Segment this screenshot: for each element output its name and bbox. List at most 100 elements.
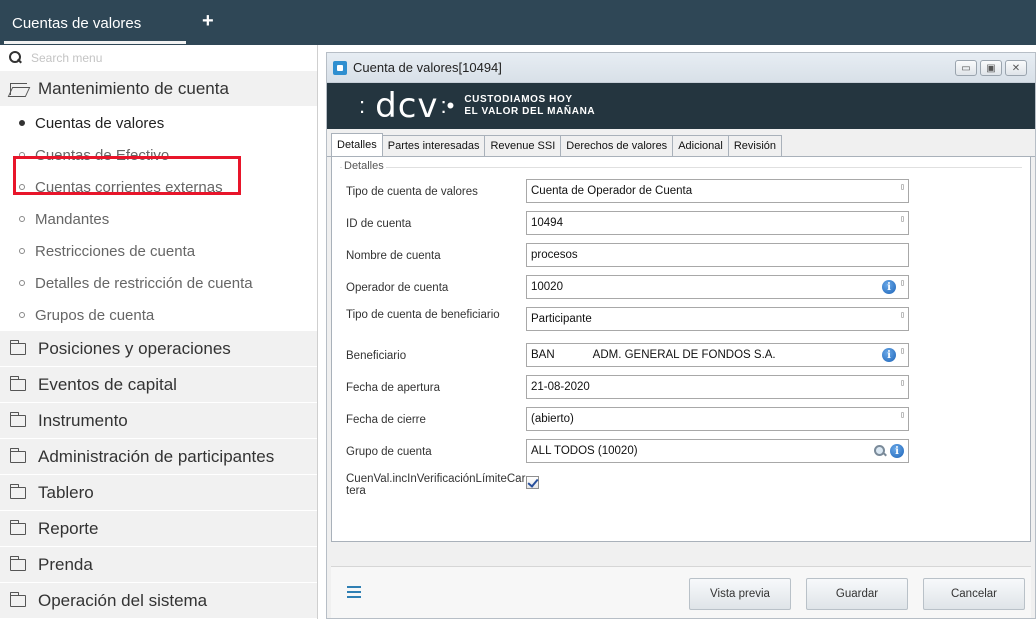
window-titlebar[interactable]: Cuenta de valores[10494] ▭ ▣ ✕ bbox=[327, 53, 1035, 83]
search-icon bbox=[9, 51, 23, 65]
sidebar-item-cuentas-de-valores[interactable]: Cuentas de valores bbox=[0, 107, 317, 139]
bullet-icon bbox=[19, 280, 25, 286]
hamburger-menu-icon[interactable] bbox=[347, 586, 361, 598]
tagline: CUSTODIAMOS HOY EL VALOR DEL MAÑANA bbox=[464, 94, 595, 118]
readonly-icon bbox=[901, 348, 904, 354]
field-fecha-cierre: Fecha de cierre (abierto) bbox=[346, 407, 909, 431]
field-value: Participante bbox=[531, 313, 592, 325]
sidebar-section-instrumento[interactable]: Instrumento bbox=[0, 403, 317, 439]
restore-icon[interactable]: ▣ bbox=[980, 60, 1002, 76]
field-verificacion: CuenVal.incInVerificaciónLímiteCartera bbox=[346, 471, 539, 497]
field-tipo-cuenta: Tipo de cuenta de valores Cuenta de Oper… bbox=[346, 179, 909, 203]
field-fecha-apertura: Fecha de apertura 21-08-2020 bbox=[346, 375, 909, 399]
top-tab-bar: Cuentas de valores + bbox=[0, 0, 1036, 45]
sidebar-item-mandantes[interactable]: Mandantes bbox=[0, 203, 317, 235]
tab-adicional[interactable]: Adicional bbox=[672, 135, 729, 156]
sidebar-menu: Mantenimiento de cuenta Cuentas de valor… bbox=[0, 45, 318, 619]
field-value: 10494 bbox=[531, 217, 563, 229]
sidebar-section-posiciones[interactable]: Posiciones y operaciones bbox=[0, 331, 317, 367]
section-label: Reporte bbox=[38, 518, 99, 538]
logo-text: dcv bbox=[375, 86, 439, 126]
info-icon[interactable]: i bbox=[890, 444, 904, 458]
preview-button[interactable]: Vista previa bbox=[689, 578, 791, 610]
sidebar-section-mantenimiento-de-cuenta[interactable]: Mantenimiento de cuenta bbox=[0, 71, 317, 107]
field-label: Tipo de cuenta de valores bbox=[346, 186, 478, 198]
section-label: Posiciones y operaciones bbox=[38, 338, 231, 358]
sidebar-item-restricciones-de-cuenta[interactable]: Restricciones de cuenta bbox=[0, 235, 317, 267]
bullet-icon bbox=[19, 248, 25, 254]
minimize-icon[interactable]: ▭ bbox=[955, 60, 977, 76]
fecha-cierre-field[interactable]: (abierto) bbox=[526, 407, 909, 431]
item-label: Mandantes bbox=[35, 210, 110, 228]
tab-revenue-ssi[interactable]: Revenue SSI bbox=[484, 135, 562, 156]
save-button[interactable]: Guardar bbox=[806, 578, 908, 610]
bullet-icon bbox=[19, 216, 25, 222]
field-value: procesos bbox=[531, 249, 578, 261]
tipo-beneficiario-field[interactable]: Participante bbox=[526, 307, 909, 331]
folder-icon bbox=[9, 555, 26, 571]
section-label: Instrumento bbox=[38, 410, 128, 430]
field-value: (abierto) bbox=[531, 413, 574, 425]
verificacion-checkbox[interactable] bbox=[526, 476, 539, 489]
tab-cuentas-de-valores[interactable]: Cuentas de valores bbox=[4, 6, 186, 40]
folder-icon bbox=[9, 339, 26, 355]
nombre-cuenta-field[interactable]: procesos bbox=[526, 243, 909, 267]
account-window: Cuenta de valores[10494] ▭ ▣ ✕ : dcv :• … bbox=[326, 52, 1036, 619]
section-label: Tablero bbox=[38, 482, 94, 502]
readonly-icon bbox=[901, 380, 904, 386]
sidebar-section-administracion[interactable]: Administración de participantes bbox=[0, 439, 317, 475]
close-icon[interactable]: ✕ bbox=[1005, 60, 1027, 76]
item-label: Cuentas corrientes externas bbox=[35, 178, 223, 196]
tab-revision[interactable]: Revisión bbox=[727, 135, 783, 156]
readonly-icon bbox=[901, 312, 904, 318]
readonly-icon bbox=[901, 412, 904, 418]
sidebar-section-eventos-de-capital[interactable]: Eventos de capital bbox=[0, 367, 317, 403]
sidebar-section-operacion-del-sistema[interactable]: Operación del sistema bbox=[0, 583, 317, 619]
tab-partes-interesadas[interactable]: Partes interesadas bbox=[381, 135, 486, 156]
folder-icon bbox=[9, 519, 26, 535]
dcv-logo: : dcv :• CUSTODIAMOS HOY EL VALOR DEL MA… bbox=[357, 86, 595, 126]
logo-dots-icon: : bbox=[359, 93, 366, 118]
grupo-cuenta-field[interactable]: ALL TODOS (10020) i bbox=[526, 439, 909, 463]
lookup-search-icon[interactable] bbox=[874, 445, 886, 457]
fecha-apertura-field[interactable]: 21-08-2020 bbox=[526, 375, 909, 399]
cancel-button[interactable]: Cancelar bbox=[923, 578, 1025, 610]
info-icon[interactable]: i bbox=[882, 280, 896, 294]
tab-derechos-de-valores[interactable]: Derechos de valores bbox=[560, 135, 674, 156]
tab-label: Cuentas de valores bbox=[12, 14, 142, 32]
add-tab-icon[interactable]: + bbox=[202, 10, 214, 32]
group-divider bbox=[340, 167, 1022, 168]
tab-detalles[interactable]: Detalles bbox=[331, 133, 383, 156]
field-label: Grupo de cuenta bbox=[346, 446, 432, 458]
sidebar-section-prenda[interactable]: Prenda bbox=[0, 547, 317, 583]
field-label: Nombre de cuenta bbox=[346, 250, 441, 262]
operador-cuenta-field[interactable]: 10020 i bbox=[526, 275, 909, 299]
item-label: Detalles de restricción de cuenta bbox=[35, 274, 253, 292]
bullet-icon bbox=[19, 184, 25, 190]
folder-icon bbox=[9, 447, 26, 463]
sidebar-item-cuentas-corrientes-externas[interactable]: Cuentas corrientes externas bbox=[0, 171, 317, 203]
sidebar-section-reporte[interactable]: Reporte bbox=[0, 511, 317, 547]
sidebar-item-grupos-de-cuenta[interactable]: Grupos de cuenta bbox=[0, 299, 317, 331]
section-label: Eventos de capital bbox=[38, 374, 177, 394]
item-label: Restricciones de cuenta bbox=[35, 242, 196, 260]
sidebar-section-tablero[interactable]: Tablero bbox=[0, 475, 317, 511]
details-panel: Detalles Tipo de cuenta de valores Cuent… bbox=[331, 157, 1031, 542]
group-label: Detalles bbox=[342, 160, 386, 172]
app-icon bbox=[333, 60, 347, 75]
field-value-code: BAN bbox=[531, 349, 555, 361]
beneficiario-field[interactable]: BAN ADM. GENERAL DE FONDOS S.A. i bbox=[526, 343, 909, 367]
folder-open-icon bbox=[10, 82, 27, 95]
info-icon[interactable]: i bbox=[882, 348, 896, 362]
field-label: CuenVal.incInVerificaciónLímiteCartera bbox=[346, 473, 526, 497]
tipo-cuenta-field[interactable]: Cuenta de Operador de Cuenta bbox=[526, 179, 909, 203]
logo-dots-icon: :• bbox=[440, 93, 455, 118]
sidebar-item-detalles-de-restriccion[interactable]: Detalles de restricción de cuenta bbox=[0, 267, 317, 299]
folder-icon bbox=[9, 483, 26, 499]
id-cuenta-field[interactable]: 10494 bbox=[526, 211, 909, 235]
brand-banner: : dcv :• CUSTODIAMOS HOY EL VALOR DEL MA… bbox=[327, 83, 1035, 129]
search-input[interactable] bbox=[31, 51, 271, 65]
sidebar-item-cuentas-de-efectivo[interactable]: Cuentas de Efectivo bbox=[0, 139, 317, 171]
item-label: Cuentas de Efectivo bbox=[35, 146, 170, 164]
item-label: Cuentas de valores bbox=[35, 114, 165, 132]
